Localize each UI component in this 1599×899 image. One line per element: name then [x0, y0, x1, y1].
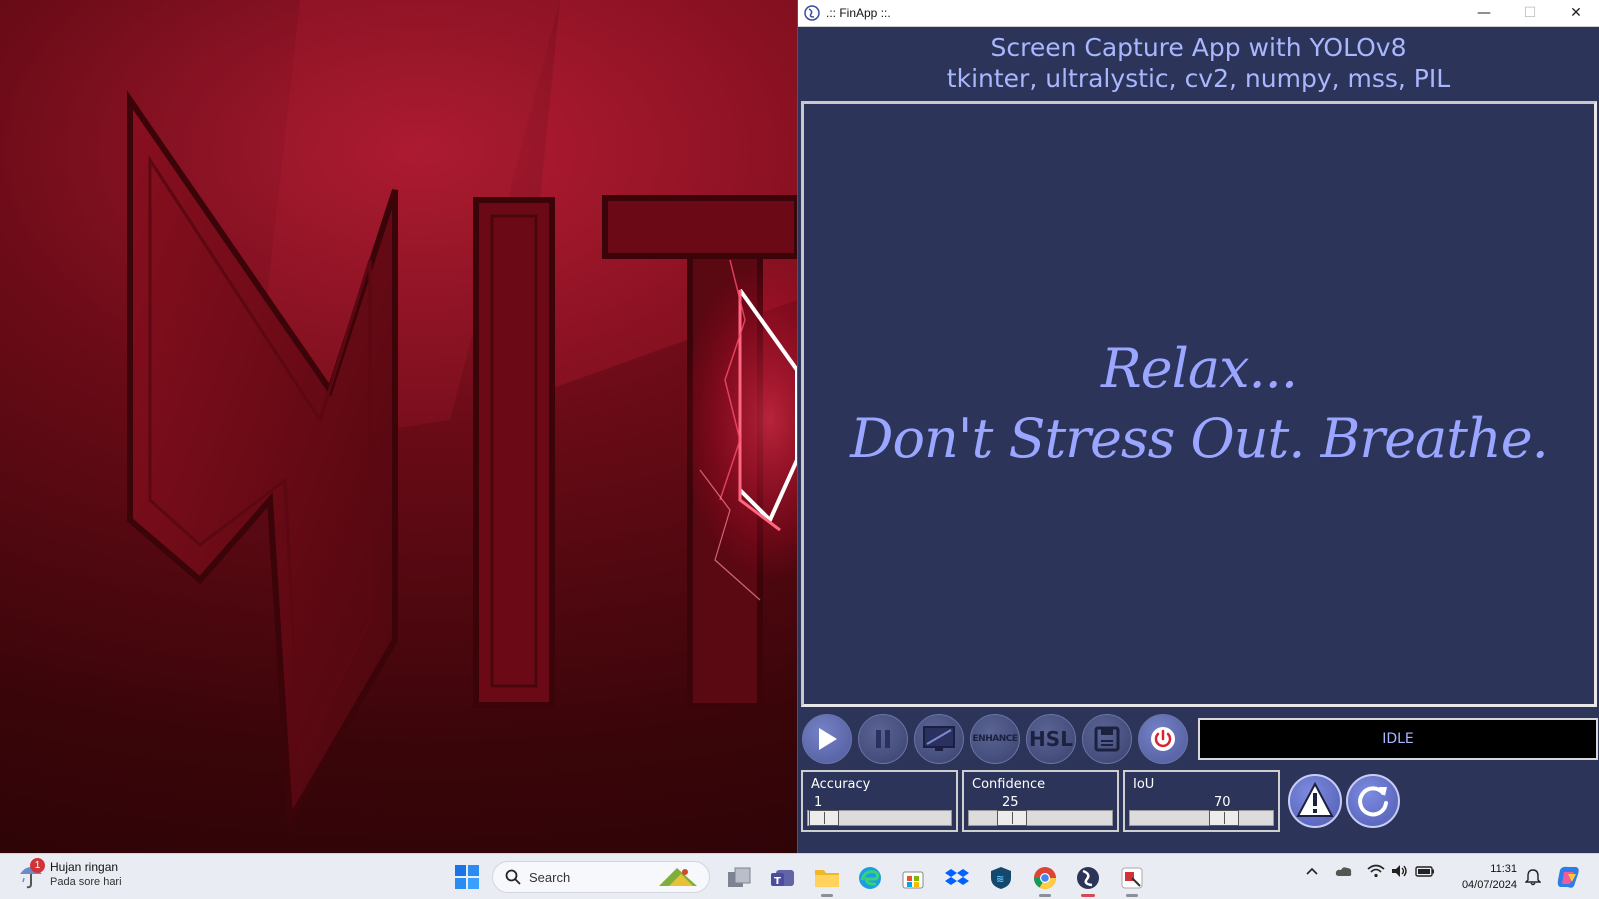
save-icon — [1094, 726, 1120, 752]
teams-icon[interactable]: T — [768, 863, 798, 893]
volume-icon[interactable] — [1391, 864, 1409, 878]
refresh-button[interactable] — [1346, 774, 1400, 828]
power-icon — [1151, 727, 1175, 751]
enhance-label: ENHANCE — [972, 734, 1018, 744]
window-title: .:: FinApp ::. — [826, 6, 891, 20]
clock-date: 04/07/2024 — [1461, 879, 1517, 891]
screen-capture-button[interactable] — [914, 714, 964, 764]
file-explorer-icon[interactable] — [812, 863, 842, 897]
status-display: IDLE — [1198, 718, 1598, 760]
battery-icon[interactable] — [1415, 865, 1435, 877]
microsoft-store-icon[interactable] — [898, 863, 928, 893]
system-tray — [1305, 864, 1435, 878]
search-icon — [505, 869, 521, 885]
iou-slider-box: IoU 70 — [1123, 770, 1280, 832]
pause-button[interactable] — [858, 714, 908, 764]
snipping-tool-icon[interactable] — [1117, 863, 1147, 897]
confidence-slider-thumb[interactable] — [997, 810, 1027, 826]
accuracy-value: 1 — [814, 795, 823, 810]
weather-widget[interactable]: 1 Hujan ringan Pada sore hari — [18, 858, 122, 890]
finapp-taskbar-icon[interactable] — [1073, 863, 1103, 897]
accuracy-label: Accuracy — [811, 777, 871, 792]
confidence-value: 25 — [1002, 795, 1019, 810]
relax-message: Relax... — [1100, 337, 1298, 400]
refresh-icon — [1358, 786, 1388, 817]
confidence-slider-track[interactable] — [968, 810, 1113, 826]
close-button[interactable]: ✕ — [1553, 0, 1599, 27]
play-icon — [819, 728, 837, 750]
clock-time: 11:31 — [1490, 863, 1517, 875]
header-title: Screen Capture App with YOLOv8 — [990, 33, 1407, 62]
accuracy-slider-thumb[interactable] — [809, 810, 839, 826]
control-toolbar: ENHANCE HSL IDLE — [798, 712, 1599, 766]
windows-start-icon[interactable] — [455, 865, 479, 889]
pause-icon — [876, 730, 890, 748]
app-header: Screen Capture App with YOLOv8 tkinter, … — [798, 27, 1599, 100]
chrome-browser-icon[interactable] — [1030, 863, 1060, 897]
maximize-button[interactable]: ☐ — [1507, 0, 1553, 27]
iou-slider-thumb[interactable] — [1209, 810, 1239, 826]
search-label: Search — [529, 869, 571, 885]
header-subtitle: tkinter, ultralystic, cv2, numpy, mss, P… — [946, 64, 1451, 93]
accuracy-slider-track[interactable] — [807, 810, 952, 826]
taskbar-search-box[interactable]: Search — [492, 861, 710, 893]
warning-icon — [1296, 781, 1334, 817]
rain-umbrella-icon: 1 — [18, 858, 45, 890]
svg-text:≋: ≋ — [996, 874, 1004, 885]
save-button[interactable] — [1082, 714, 1132, 764]
dropbox-icon[interactable] — [942, 863, 972, 893]
play-button[interactable] — [802, 714, 852, 764]
copilot-icon[interactable] — [1556, 864, 1582, 890]
accuracy-slider-box: Accuracy 1 — [801, 770, 958, 832]
hsl-label: HSL — [1029, 727, 1073, 751]
weather-title: Hujan ringan — [50, 860, 119, 874]
iou-value: 70 — [1214, 795, 1231, 810]
breathe-message: Don't Stress Out. Breathe. — [850, 407, 1549, 470]
weather-notification-badge: 1 — [30, 858, 45, 873]
taskbar-clock[interactable]: 11:31 04/07/2024 — [1447, 861, 1517, 893]
sliders-row: Accuracy 1 Confidence 25 IoU 70 — [798, 768, 1400, 834]
warning-button[interactable] — [1288, 774, 1342, 828]
confidence-label: Confidence — [972, 777, 1046, 792]
minimize-button[interactable]: — — [1461, 0, 1507, 27]
edge-browser-icon[interactable] — [855, 863, 885, 893]
hsl-button[interactable]: HSL — [1026, 714, 1076, 764]
chevron-up-icon[interactable] — [1305, 866, 1319, 876]
monitor-icon — [923, 726, 955, 751]
finapp-window: .:: FinApp ::. — ☐ ✕ Screen Capture App … — [797, 0, 1599, 853]
onedrive-cloud-icon[interactable] — [1335, 865, 1353, 877]
task-view-icon[interactable] — [724, 863, 754, 893]
search-highlight-icon — [659, 868, 697, 886]
windows-taskbar: 1 Hujan ringan Pada sore hari Search T ≋… — [0, 853, 1599, 899]
confidence-slider-box: Confidence 25 — [962, 770, 1119, 832]
iou-slider-track[interactable] — [1129, 810, 1274, 826]
capture-display-panel: Relax... Don't Stress Out. Breathe. — [801, 101, 1597, 707]
wallpaper-logo-art — [127, 0, 797, 831]
power-button[interactable] — [1138, 714, 1188, 764]
iou-label: IoU — [1133, 777, 1155, 792]
weather-subtitle: Pada sore hari — [50, 876, 122, 888]
security-app-icon[interactable]: ≋ — [986, 863, 1016, 893]
notification-bell-icon[interactable] — [1525, 868, 1541, 886]
window-title-bar[interactable]: .:: FinApp ::. — ☐ ✕ — [798, 0, 1599, 27]
app-icon — [804, 5, 820, 21]
enhance-button[interactable]: ENHANCE — [970, 714, 1020, 764]
wifi-icon[interactable] — [1367, 864, 1385, 878]
svg-text:T: T — [774, 876, 781, 887]
